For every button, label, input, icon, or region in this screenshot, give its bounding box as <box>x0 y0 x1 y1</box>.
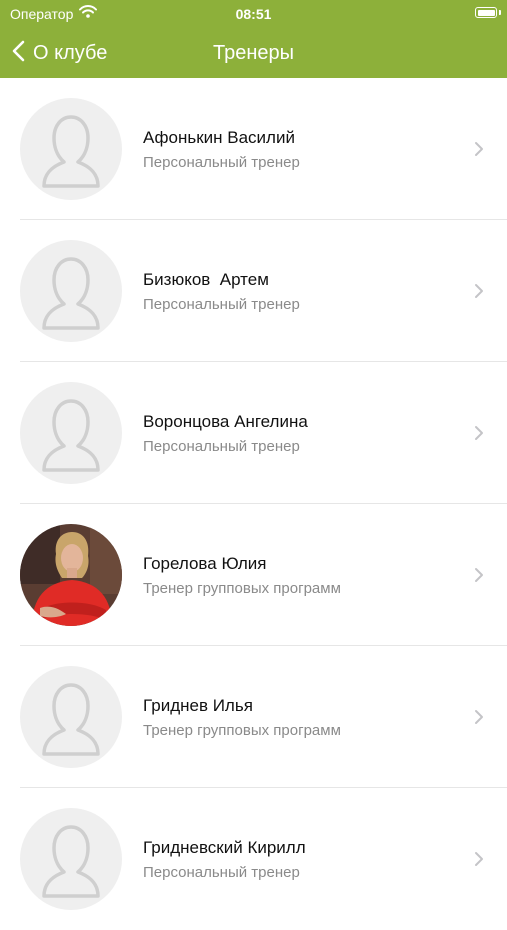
trainer-role: Тренер групповых программ <box>143 722 341 739</box>
placeholder-user-icon <box>20 808 122 910</box>
placeholder-user-icon <box>20 666 122 768</box>
placeholder-user-icon <box>20 98 122 200</box>
trainer-name: Горелова Юлия <box>143 554 267 573</box>
trainer-row[interactable]: Афонькин Василий Персональный тренер <box>0 78 507 220</box>
battery-icon <box>475 7 497 18</box>
navigation-bar: О клубе Тренеры <box>0 28 507 78</box>
trainer-name: Гриднев Илья <box>143 696 253 715</box>
trainer-photo <box>20 524 122 626</box>
chevron-right-icon <box>473 424 485 442</box>
trainer-role: Персональный тренер <box>143 864 300 881</box>
trainer-role: Персональный тренер <box>143 438 300 455</box>
trainer-name: Бизюков Артем <box>143 270 269 289</box>
status-bar: Оператор 08:51 <box>0 0 507 28</box>
clock: 08:51 <box>235 6 272 22</box>
chevron-right-icon <box>473 566 485 584</box>
trainer-list: Афонькин Василий Персональный тренер Биз… <box>0 78 507 930</box>
trainer-row[interactable]: Воронцова Ангелина Персональный тренер <box>0 362 507 504</box>
chevron-right-icon <box>473 850 485 868</box>
trainer-role: Тренер групповых программ <box>143 580 341 597</box>
chevron-right-icon <box>473 708 485 726</box>
chevron-right-icon <box>473 140 485 158</box>
battery-cap <box>499 10 501 15</box>
page-title: Тренеры <box>212 42 294 64</box>
trainer-name: Афонькин Василий <box>143 128 295 147</box>
trainer-row[interactable]: Гриднев Илья Тренер групповых программ <box>0 646 507 788</box>
trainer-role: Персональный тренер <box>143 154 300 171</box>
trainer-row[interactable]: Гридневский Кирилл Персональный тренер <box>0 788 507 930</box>
trainer-role: Персональный тренер <box>143 296 300 313</box>
trainer-row[interactable]: Бизюков Артем Персональный тренер <box>0 220 507 362</box>
trainer-name: Гридневский Кирилл <box>143 838 306 857</box>
chevron-right-icon <box>473 282 485 300</box>
trainer-row[interactable]: Горелова Юлия Тренер групповых программ <box>0 504 507 646</box>
trainer-name: Воронцова Ангелина <box>143 412 308 431</box>
placeholder-user-icon <box>20 240 122 342</box>
placeholder-user-icon <box>20 382 122 484</box>
